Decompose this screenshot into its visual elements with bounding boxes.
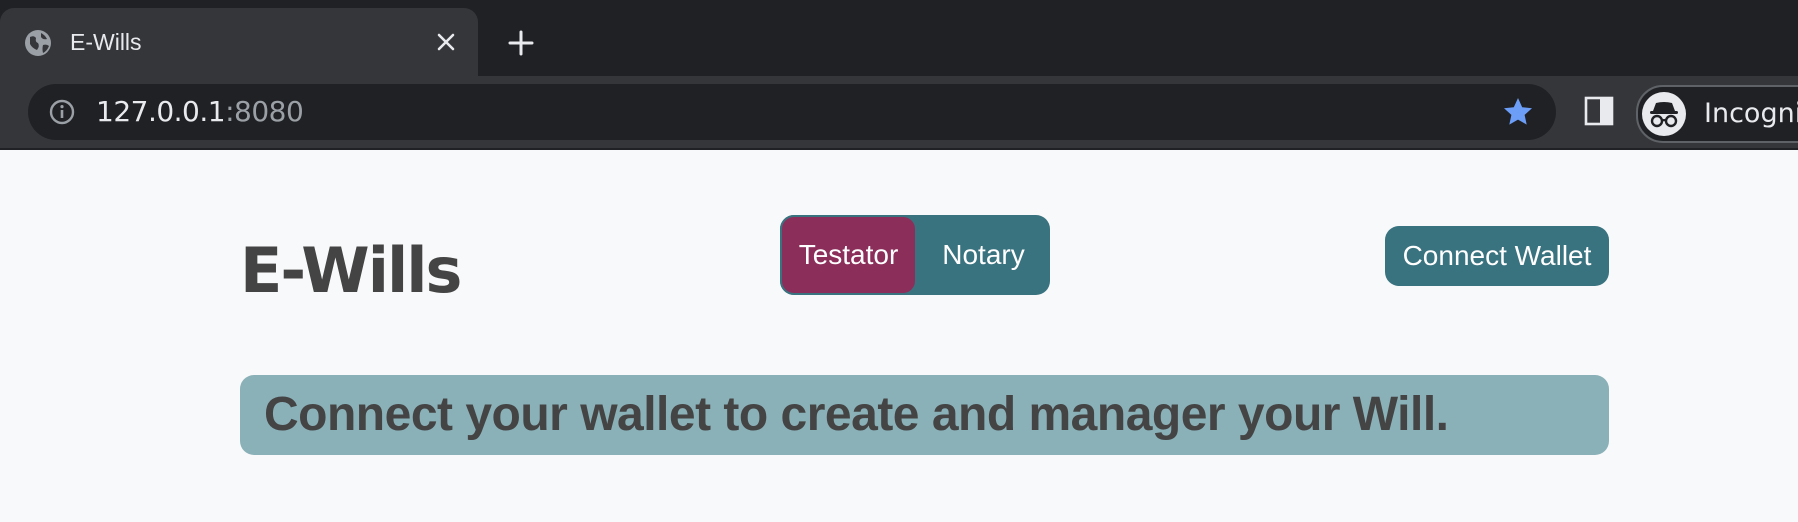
connect-wallet-button[interactable]: Connect Wallet (1385, 226, 1609, 286)
address-bar[interactable]: 127.0.0.1:8080 (28, 84, 1556, 140)
banner-message: Connect your wallet to create and manage… (264, 388, 1449, 441)
browser-tab[interactable]: E-Wills (0, 8, 478, 76)
url-port: :8080 (225, 95, 304, 128)
page-content: E-Wills Testator Notary Connect Wallet C… (0, 150, 1798, 522)
incognito-profile-button[interactable]: Incognito (1636, 85, 1798, 143)
url-text[interactable]: 127.0.0.1:8080 (96, 95, 304, 128)
info-icon[interactable] (48, 98, 76, 126)
role-notary-button[interactable]: Notary (917, 215, 1050, 295)
role-testator-button[interactable]: Testator (780, 215, 917, 295)
star-icon[interactable] (1502, 96, 1534, 128)
plus-icon[interactable] (504, 26, 538, 60)
incognito-label: Incognito (1704, 98, 1798, 129)
role-switch: Testator Notary (780, 215, 1050, 295)
browser-chrome: E-Wills 127.0.0.1:8080 Incogn (0, 0, 1798, 150)
globe-icon (25, 30, 51, 56)
tab-title: E-Wills (70, 29, 142, 55)
incognito-icon (1642, 92, 1686, 136)
side-panel-icon[interactable] (1584, 96, 1614, 126)
url-host: 127.0.0.1 (96, 95, 226, 128)
close-icon[interactable] (432, 28, 460, 56)
connect-wallet-banner: Connect your wallet to create and manage… (240, 375, 1609, 455)
page-title: E-Wills (240, 234, 462, 307)
browser-toolbar: 127.0.0.1:8080 Incognito (0, 76, 1798, 148)
